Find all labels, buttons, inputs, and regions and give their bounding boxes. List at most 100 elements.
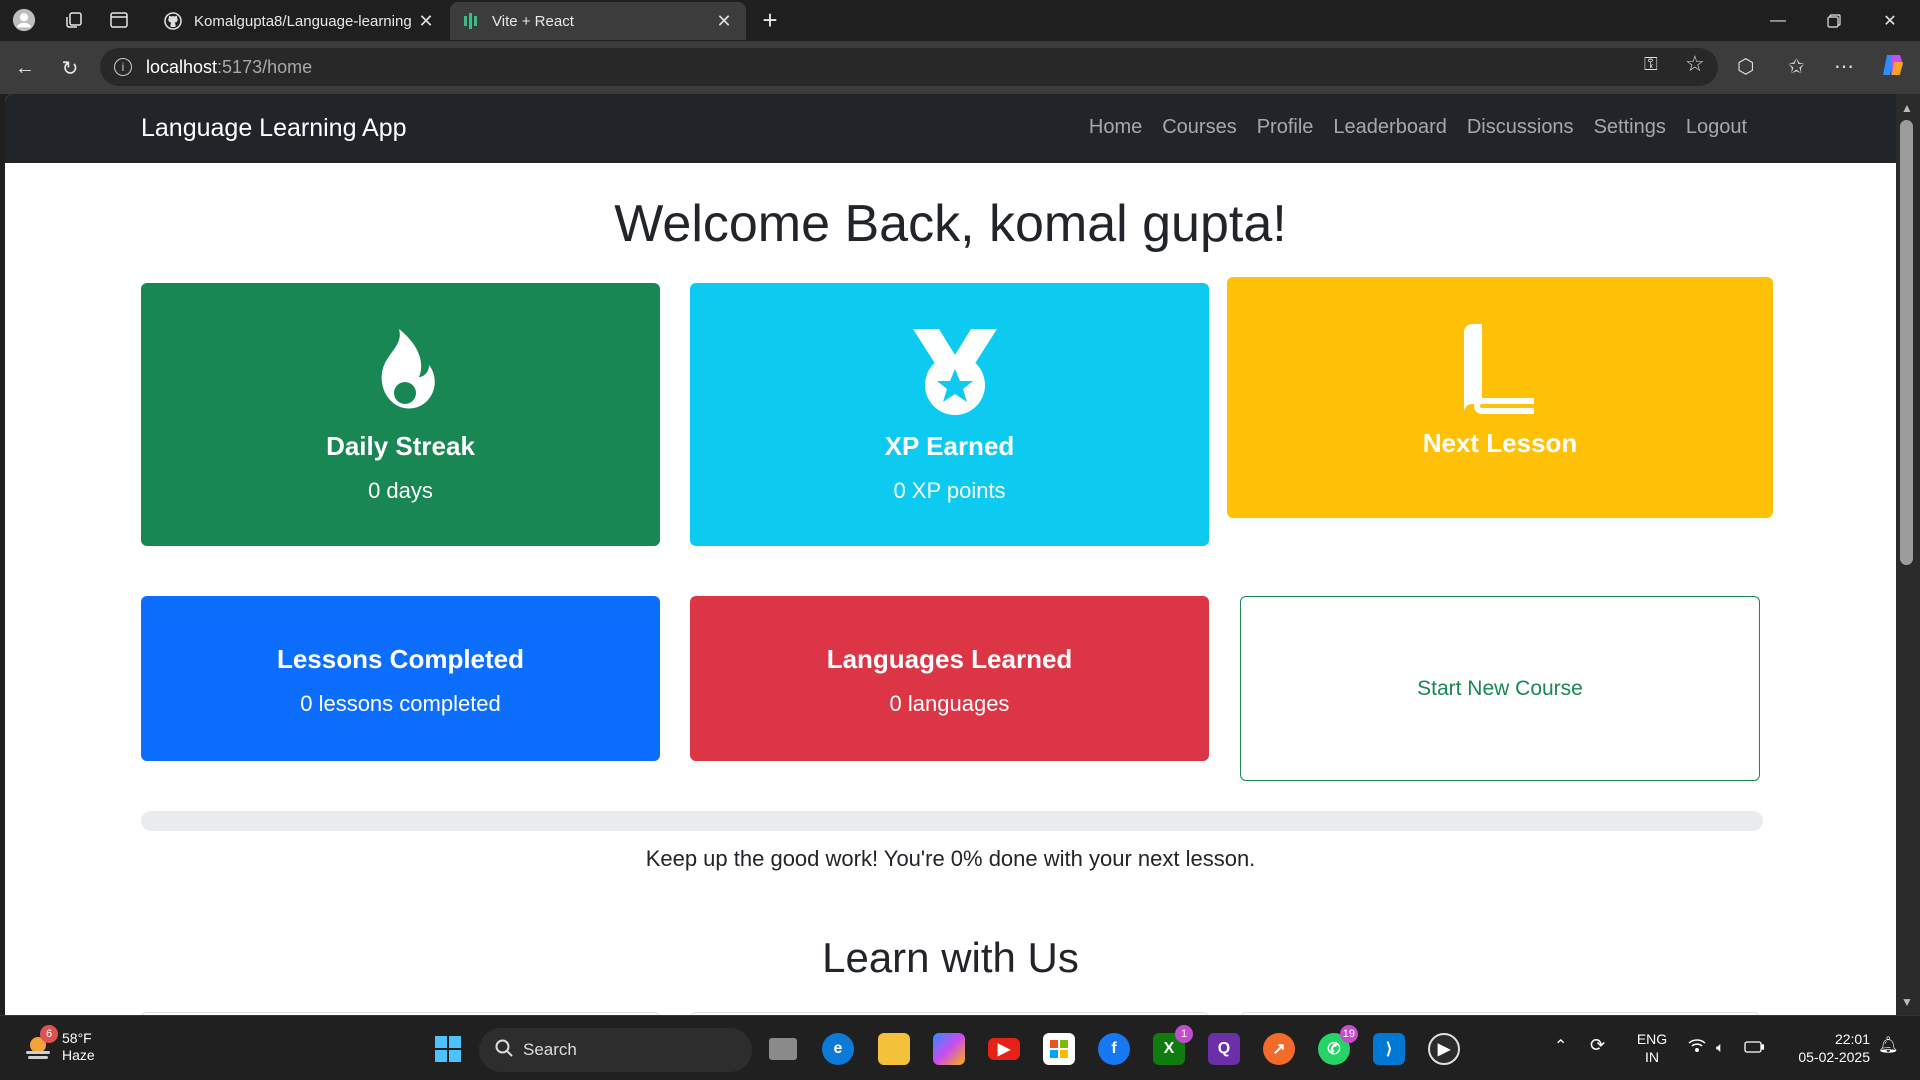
xbox-badge: 1: [1175, 1025, 1193, 1043]
whatsapp-badge: 19: [1339, 1025, 1358, 1043]
app-brand[interactable]: Language Learning App: [141, 114, 407, 143]
url-bar[interactable]: i localhost:5173/home: [100, 48, 1718, 86]
nav-logout[interactable]: Logout: [1676, 116, 1757, 139]
tab-title: Vite + React: [492, 12, 574, 30]
lesson-progress-bar: [141, 811, 1763, 831]
weather-widget[interactable]: 6 58°F Haze: [22, 1025, 95, 1064]
battery-icon[interactable]: [1744, 1039, 1765, 1057]
xp-earned-card: XP Earned 0 XP points: [690, 283, 1209, 546]
vertical-tabs-icon[interactable]: [107, 8, 131, 32]
clock-time: 22:01: [1834, 1031, 1870, 1047]
more-menu-icon[interactable]: ⋯: [1834, 54, 1854, 79]
facebook-icon[interactable]: f: [1098, 1033, 1130, 1065]
close-window-icon[interactable]: ✕: [1862, 0, 1918, 41]
start-new-course-button[interactable]: Start New Course: [1240, 596, 1760, 781]
weather-badge: 6: [40, 1025, 58, 1043]
welcome-heading: Welcome Back, komal gupta!: [614, 195, 1287, 253]
nav-leaderboard[interactable]: Leaderboard: [1323, 116, 1456, 139]
taskbar-search[interactable]: Search: [479, 1028, 752, 1072]
key-icon[interactable]: ⚿: [1644, 54, 1658, 75]
address-bar-row: ← ↻ i localhost:5173/home ⚿ ☆ ⬡ ✩ ⋯: [0, 41, 1920, 94]
workspaces-icon[interactable]: [62, 8, 86, 32]
copilot-app-icon[interactable]: [933, 1033, 965, 1065]
refresh-icon[interactable]: ↻: [56, 54, 84, 82]
edge-icon[interactable]: e: [822, 1033, 854, 1065]
progress-message: Keep up the good work! You're 0% done wi…: [645, 846, 1256, 871]
nav-discussions[interactable]: Discussions: [1457, 116, 1584, 139]
clock-date: 05-02-2025: [1798, 1049, 1870, 1065]
lang-bottom: IN: [1645, 1049, 1659, 1065]
close-tab-icon[interactable]: ✕: [416, 11, 436, 32]
nav-settings[interactable]: Settings: [1584, 116, 1676, 139]
nav-profile[interactable]: Profile: [1247, 116, 1324, 139]
new-tab-icon[interactable]: +: [758, 5, 782, 35]
microsoft-store-icon[interactable]: [1043, 1033, 1075, 1065]
book-icon: [1460, 324, 1540, 414]
scroll-thumb[interactable]: [1900, 120, 1913, 565]
windows-start-icon[interactable]: [432, 1033, 464, 1065]
notification-icon[interactable]: 🔔︎: [1878, 1037, 1898, 1055]
wifi-icon[interactable]: [1688, 1038, 1706, 1056]
show-hidden-icons[interactable]: ⌃: [1554, 1038, 1567, 1056]
languages-value: 0 languages: [889, 691, 1010, 716]
start-new-course-label: Start New Course: [1417, 676, 1583, 700]
restore-icon[interactable]: [1806, 0, 1862, 41]
nav-home[interactable]: Home: [1079, 116, 1152, 139]
messenger-icon[interactable]: Q: [1208, 1033, 1240, 1065]
app-navbar: Language Learning App Home Courses Profi…: [5, 94, 1896, 163]
file-explorer-icon[interactable]: [878, 1033, 910, 1065]
close-tab-icon[interactable]: ✕: [714, 11, 734, 32]
fire-icon: [361, 327, 441, 417]
browser-tab-bar: Komalgupta8/Language-learning ✕ Vite + R…: [0, 0, 1920, 41]
xp-value: 0 XP points: [893, 478, 1006, 503]
youtube-icon[interactable]: ▶: [988, 1038, 1020, 1060]
site-info-icon[interactable]: i: [114, 58, 132, 76]
search-icon: [495, 1039, 513, 1062]
extensions-icon[interactable]: ⬡: [1737, 54, 1754, 79]
scroll-down-icon[interactable]: ▼: [1898, 994, 1916, 1010]
card-title: Daily Streak: [326, 431, 475, 461]
medal-icon: [910, 327, 997, 417]
favorites-icon[interactable]: ✩: [1788, 54, 1805, 79]
tab-title: Komalgupta8/Language-learning: [194, 12, 412, 30]
clock[interactable]: 22:01 05-02-2025: [1780, 1030, 1870, 1066]
compass-app-icon[interactable]: ↗: [1263, 1033, 1295, 1065]
tab-vite-react[interactable]: Vite + React ✕: [450, 2, 746, 40]
sync-icon[interactable]: ⟳: [1590, 1036, 1605, 1054]
language-indicator[interactable]: ENG IN: [1634, 1030, 1670, 1066]
lang-top: ENG: [1636, 1031, 1668, 1047]
scroll-up-icon[interactable]: ▲: [1898, 100, 1916, 116]
favorite-star-icon[interactable]: ☆: [1685, 51, 1705, 77]
tab-github[interactable]: Komalgupta8/Language-learning ✕: [152, 2, 448, 40]
url-path: :5173/home: [217, 56, 313, 77]
profile-icon[interactable]: [12, 8, 36, 32]
lessons-completed-card: Lessons Completed 0 lessons completed: [141, 596, 660, 761]
back-icon[interactable]: ←: [11, 54, 39, 82]
url-host: localhost: [146, 56, 218, 77]
weather-desc: Haze: [62, 1047, 95, 1063]
nav-courses[interactable]: Courses: [1152, 116, 1246, 139]
vscode-icon[interactable]: ⟩: [1373, 1033, 1405, 1065]
xbox-icon[interactable]: X 1: [1153, 1025, 1193, 1065]
whatsapp-icon[interactable]: ✆ 19: [1318, 1025, 1358, 1065]
github-icon: [164, 12, 182, 30]
weather-haze-icon: 6: [22, 1025, 58, 1063]
languages-learned-card: Languages Learned 0 languages: [690, 596, 1209, 761]
card-title: Lessons Completed: [276, 644, 525, 674]
vite-icon: [462, 12, 480, 30]
media-player-icon[interactable]: ▶: [1428, 1033, 1460, 1065]
volume-icon[interactable]: 🔈︎: [1716, 1038, 1724, 1056]
card-title: Languages Learned: [826, 644, 1073, 674]
windows-taskbar: 6 58°F Haze Search e ▶ f X 1 Q ↗ ✆ 19 ⟩ …: [0, 1015, 1920, 1080]
lessons-value: 0 lessons completed: [300, 691, 501, 716]
copilot-icon[interactable]: [1880, 52, 1906, 83]
search-label: Search: [523, 1040, 577, 1059]
task-view-icon[interactable]: [769, 1038, 797, 1060]
daily-streak-card: Daily Streak 0 days: [141, 283, 660, 546]
app-nav-links: Home Courses Profile Leaderboard Discuss…: [1079, 116, 1757, 139]
learn-with-us-heading: Learn with Us: [822, 934, 1079, 981]
next-lesson-card[interactable]: Next Lesson: [1227, 277, 1773, 518]
page-viewport: Language Learning App Home Courses Profi…: [5, 94, 1896, 1015]
minimize-icon[interactable]: —: [1750, 0, 1806, 41]
streak-value: 0 days: [368, 478, 433, 503]
